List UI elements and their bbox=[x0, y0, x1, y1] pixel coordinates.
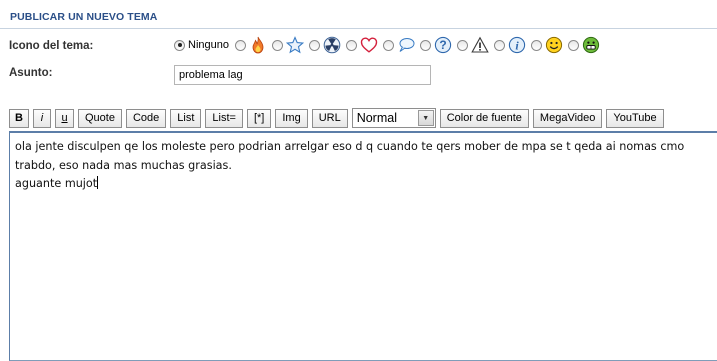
form-header: PUBLICAR UN NUEVO TEMA bbox=[0, 0, 717, 29]
quote-button[interactable]: Quote bbox=[78, 108, 122, 128]
topic-icon-label: Icono del tema: bbox=[9, 40, 94, 52]
chevron-down-icon[interactable]: ▼ bbox=[417, 110, 434, 126]
message-editor[interactable]: ola jente disculpen qe los moleste pero … bbox=[9, 131, 717, 361]
radio-heart[interactable] bbox=[345, 39, 357, 51]
underline-button[interactable]: u bbox=[55, 108, 74, 128]
radioactive-icon bbox=[323, 36, 341, 54]
radio-info[interactable] bbox=[493, 39, 505, 51]
radio-speech[interactable] bbox=[382, 39, 394, 51]
grin-icon bbox=[582, 36, 600, 54]
italic-button[interactable]: i bbox=[33, 108, 51, 128]
message-line-2: trabdo, eso nada mas muchas grasias. bbox=[15, 158, 232, 172]
radio-none-label[interactable]: Ninguno bbox=[188, 39, 229, 51]
code-button[interactable]: Code bbox=[125, 108, 167, 128]
font-size-value: Normal bbox=[356, 111, 397, 125]
subject-input[interactable]: problema lag bbox=[174, 65, 431, 85]
radio-none[interactable] bbox=[174, 39, 185, 51]
youtube-button[interactable]: YouTube bbox=[606, 108, 664, 128]
megavideo-button[interactable]: MegaVideo bbox=[532, 108, 603, 128]
radio-question[interactable] bbox=[419, 39, 431, 51]
topic-icon-options: Ninguno ? i bbox=[174, 36, 605, 54]
speech-bubble-icon bbox=[399, 38, 415, 52]
svg-text:?: ? bbox=[439, 38, 446, 52]
question-icon: ? bbox=[434, 36, 452, 54]
bold-button[interactable]: B bbox=[9, 108, 29, 128]
radio-grin[interactable] bbox=[567, 39, 579, 51]
heart-icon bbox=[360, 37, 378, 53]
url-button[interactable]: URL bbox=[311, 108, 348, 128]
font-size-select[interactable]: Normal ▼ bbox=[351, 108, 436, 128]
message-line-3: aguante mujot bbox=[15, 177, 98, 190]
bbcode-toolbar: B i u Quote Code List List= [*] Img URL … bbox=[9, 108, 668, 128]
flame-icon bbox=[252, 36, 264, 54]
warning-icon bbox=[471, 36, 489, 53]
radio-warning[interactable] bbox=[456, 39, 468, 51]
list-button[interactable]: List bbox=[170, 108, 202, 128]
subject-label: Asunto: bbox=[9, 67, 53, 79]
info-icon: i bbox=[508, 36, 526, 54]
radio-smiley[interactable] bbox=[530, 39, 542, 51]
star-icon bbox=[285, 36, 304, 54]
radio-star[interactable] bbox=[271, 39, 283, 51]
smiley-icon bbox=[545, 36, 563, 54]
text-caret bbox=[97, 176, 99, 189]
radio-flame[interactable] bbox=[234, 39, 246, 51]
font-color-button[interactable]: Color de fuente bbox=[439, 108, 529, 128]
list-item-button[interactable]: [*] bbox=[246, 108, 272, 128]
form-title: PUBLICAR UN NUEVO TEMA bbox=[10, 11, 158, 23]
list-numbered-button[interactable]: List= bbox=[205, 108, 243, 128]
message-text: ola jente disculpen qe los moleste pero … bbox=[15, 138, 715, 194]
image-button[interactable]: Img bbox=[275, 108, 308, 128]
radio-radioactive[interactable] bbox=[308, 39, 320, 51]
message-line-1: ola jente disculpen qe los moleste pero … bbox=[15, 140, 685, 153]
